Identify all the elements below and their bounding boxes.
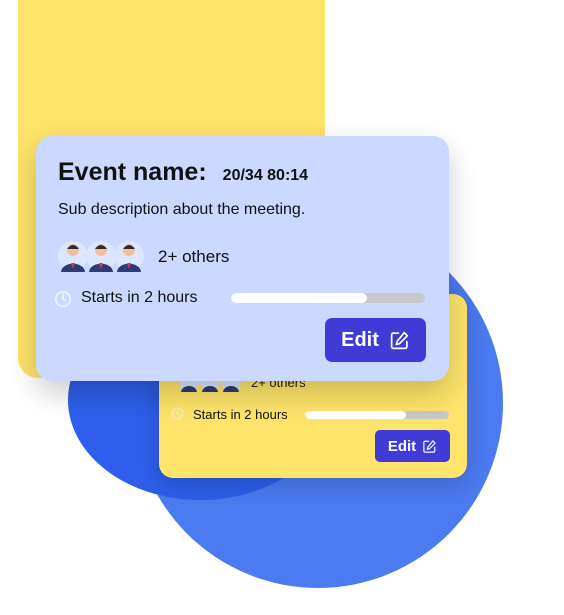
edit-button-label: Edit: [387, 437, 417, 455]
event-title-row: Event name: 20/34 80:14: [58, 158, 308, 187]
time-progress-bar: [231, 293, 425, 303]
start-time-text: Starts in 2 hours: [81, 289, 198, 306]
person-avatar-icon: [86, 241, 116, 272]
edit-button-label: Edit: [341, 328, 379, 351]
event-name-label: Event name:: [58, 158, 207, 186]
others-count: 2+ others: [158, 247, 230, 266]
event-datetime: 20/34 80:14: [222, 167, 309, 184]
time-progress-fill: [231, 293, 367, 303]
event-description: Sub description about the meeting.: [58, 201, 306, 218]
clock-icon: [171, 407, 184, 420]
edit-button[interactable]: Edit: [375, 430, 450, 462]
time-progress-fill: [305, 411, 406, 419]
time-progress-bar: [305, 411, 449, 419]
edit-icon: [423, 439, 436, 453]
person-avatar-icon: [58, 241, 88, 272]
start-time-text: Starts in 2 hours: [193, 407, 288, 422]
attendees-avatars: [58, 241, 144, 272]
edit-button[interactable]: Edit: [325, 318, 426, 362]
person-avatar-icon: [114, 241, 144, 272]
edit-icon: [390, 331, 409, 349]
event-card-front: Event name: 20/34 80:14 Sub description …: [36, 136, 449, 381]
clock-icon: [54, 290, 72, 308]
